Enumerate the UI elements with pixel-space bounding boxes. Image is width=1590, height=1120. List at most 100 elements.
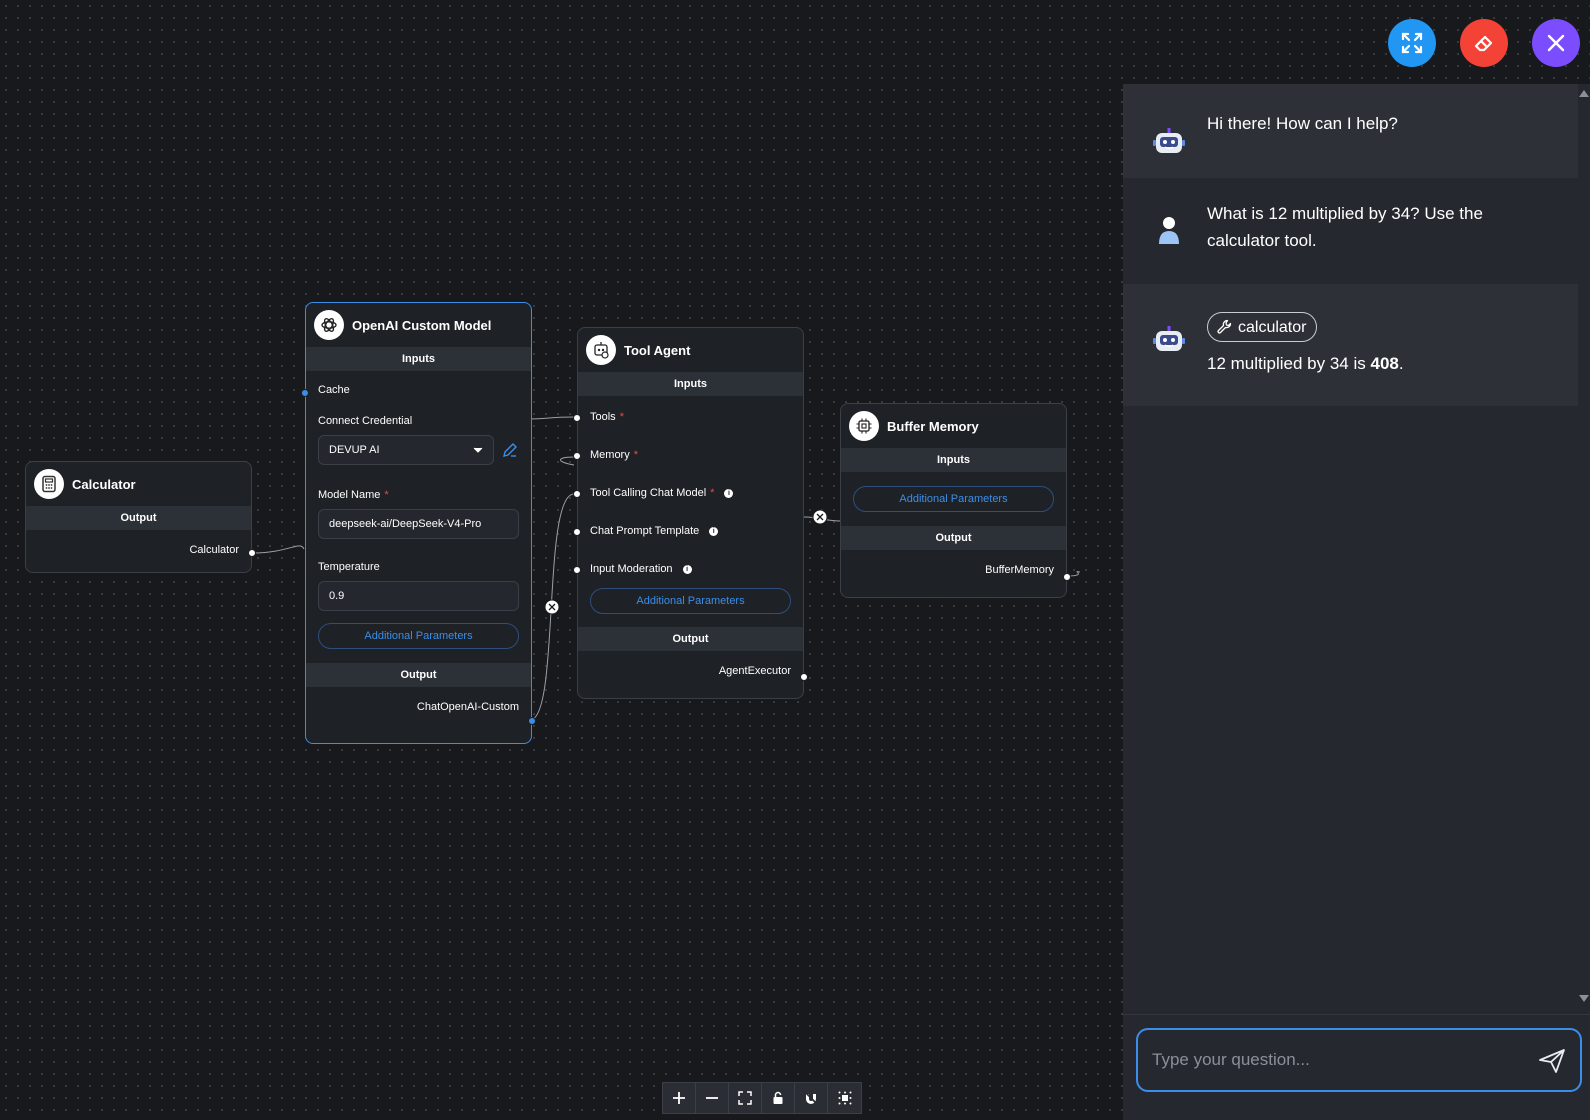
fit-view-icon	[738, 1091, 752, 1105]
snap-icon	[804, 1091, 818, 1105]
param-label: Chat Prompt Template	[590, 525, 700, 537]
user-message: What is 12 multiplied by 34? Use the cal…	[1123, 178, 1578, 284]
chip-icon	[849, 411, 879, 441]
cache-input-handle[interactable]	[301, 389, 309, 397]
node-title: OpenAI Custom Model	[352, 317, 492, 333]
chat-question-input[interactable]	[1152, 1044, 1512, 1076]
scroll-down-icon[interactable]	[1578, 994, 1590, 1004]
inputs-section-header: Inputs	[841, 448, 1066, 472]
edit-icon[interactable]	[502, 442, 518, 458]
output-handle[interactable]	[1063, 573, 1071, 581]
message-text: Hi there! How can I help?	[1207, 114, 1398, 133]
temperature-input[interactable]: 0.9	[318, 581, 519, 611]
output-label: ChatOpenAI-Custom	[416, 701, 519, 713]
clear-chat-button[interactable]	[1460, 19, 1508, 67]
background-toggle-button[interactable]	[828, 1083, 861, 1113]
tools-input-handle[interactable]	[573, 414, 581, 422]
message-text: 12 multiplied by 34 is 408.	[1207, 350, 1404, 377]
output-handle[interactable]	[528, 717, 536, 725]
chat-model-param: Tool Calling Chat Model * i	[578, 474, 803, 512]
required-mark: *	[384, 489, 389, 501]
message-text-suffix: .	[1398, 354, 1404, 373]
zoom-in-button[interactable]	[663, 1083, 696, 1113]
lock-icon	[773, 1091, 783, 1104]
close-chat-button[interactable]	[1532, 19, 1580, 67]
temperature-value: 0.9	[329, 590, 345, 602]
robot-avatar-icon	[1153, 128, 1185, 153]
model-name-value: deepseek-ai/DeepSeek-V4-Pro	[329, 518, 482, 530]
openai-icon	[314, 310, 344, 340]
expand-icon	[1401, 32, 1423, 54]
lock-button[interactable]	[762, 1083, 795, 1113]
additional-parameters-button[interactable]: Additional Parameters	[590, 588, 791, 614]
expand-chat-button[interactable]	[1388, 19, 1436, 67]
background-icon	[838, 1091, 851, 1105]
credential-row: DEVUP AI	[306, 435, 531, 465]
node-title: Buffer Memory	[887, 418, 979, 434]
moderation-input-handle[interactable]	[573, 566, 581, 574]
chat-divider	[1123, 1014, 1590, 1015]
tool-agent-node[interactable]: Tool Agent Inputs Tools * Memory * Tool Ca…	[573, 327, 808, 699]
inputs-section-header: Inputs	[578, 372, 803, 396]
additional-parameters-button[interactable]: Additional Parameters	[853, 486, 1054, 512]
required-mark: *	[633, 449, 639, 461]
node-title: Tool Agent	[624, 342, 691, 358]
output-handle[interactable]	[800, 673, 808, 681]
model-name-label: Model Name *	[306, 487, 531, 503]
message-text: What is 12 multiplied by 34? Use the cal…	[1207, 200, 1483, 254]
user-avatar-icon	[1159, 217, 1179, 244]
credential-label: Connect Credential	[306, 413, 531, 429]
chat-prompt-input-handle[interactable]	[573, 528, 581, 536]
flow-controls	[662, 1082, 862, 1114]
param-label: Temperature	[318, 561, 380, 573]
snap-button[interactable]	[795, 1083, 828, 1113]
output-handle[interactable]	[248, 549, 256, 557]
buffer-memory-node[interactable]: Buffer Memory Inputs Additional Paramete…	[840, 403, 1071, 598]
memory-input-handle[interactable]	[573, 452, 581, 460]
info-icon[interactable]: i	[724, 488, 734, 498]
output-section-header: Output	[578, 627, 803, 651]
param-label: Tool Calling Chat Model	[590, 487, 707, 499]
wrench-icon	[1217, 319, 1232, 334]
tool-name: calculator	[1238, 318, 1307, 336]
calculator-node[interactable]: Calculator Output Calculator	[25, 461, 256, 573]
fit-view-button[interactable]	[729, 1083, 762, 1113]
node-title: Calculator	[72, 476, 136, 492]
message-line: What is 12 multiplied by 34? Use the	[1207, 204, 1483, 223]
scroll-up-icon[interactable]	[1578, 88, 1590, 98]
param-label: Cache	[318, 384, 350, 396]
output-label: Calculator	[189, 544, 239, 556]
param-label: Model Name	[318, 489, 381, 501]
chat-model-input-handle[interactable]	[573, 490, 581, 498]
info-icon[interactable]: i	[682, 564, 692, 574]
chat-prompt-param: Chat Prompt Template i	[578, 512, 803, 550]
additional-parameters-button[interactable]: Additional Parameters	[318, 623, 519, 649]
node-header: OpenAI Custom Model	[306, 303, 531, 347]
tools-param: Tools *	[578, 398, 803, 436]
output-label: BufferMemory	[985, 564, 1054, 576]
close-icon	[1547, 34, 1565, 52]
output-label: AgentExecutor	[718, 665, 791, 677]
bot-message: calculator 12 multiplied by 34 is 408.	[1123, 284, 1578, 406]
param-label: Memory	[590, 449, 630, 461]
send-icon[interactable]	[1538, 1048, 1566, 1074]
param-label: Input Moderation	[590, 563, 673, 575]
message-text-prefix: 12 multiplied by 34 is	[1207, 354, 1371, 373]
robot-avatar-icon	[1153, 326, 1185, 351]
openai-custom-model-node[interactable]: OpenAI Custom Model Inputs Cache Connect…	[301, 302, 536, 744]
chevron-down-icon	[473, 447, 483, 453]
tool-used-chip[interactable]: calculator	[1207, 312, 1318, 342]
node-header: Buffer Memory	[841, 404, 1066, 448]
output-section-header: Output	[26, 506, 251, 530]
memory-param: Memory *	[578, 436, 803, 474]
info-icon[interactable]: i	[709, 526, 719, 536]
node-header: Tool Agent	[578, 328, 803, 372]
output-section-header: Output	[841, 526, 1066, 550]
message-line: calculator tool.	[1207, 231, 1317, 250]
model-name-input[interactable]: deepseek-ai/DeepSeek-V4-Pro	[318, 509, 519, 539]
required-mark: *	[710, 487, 715, 499]
zoom-out-button[interactable]	[696, 1083, 729, 1113]
credential-select[interactable]: DEVUP AI	[318, 435, 494, 465]
bot-message: Hi there! How can I help?	[1123, 84, 1578, 178]
credential-value: DEVUP AI	[329, 444, 380, 456]
